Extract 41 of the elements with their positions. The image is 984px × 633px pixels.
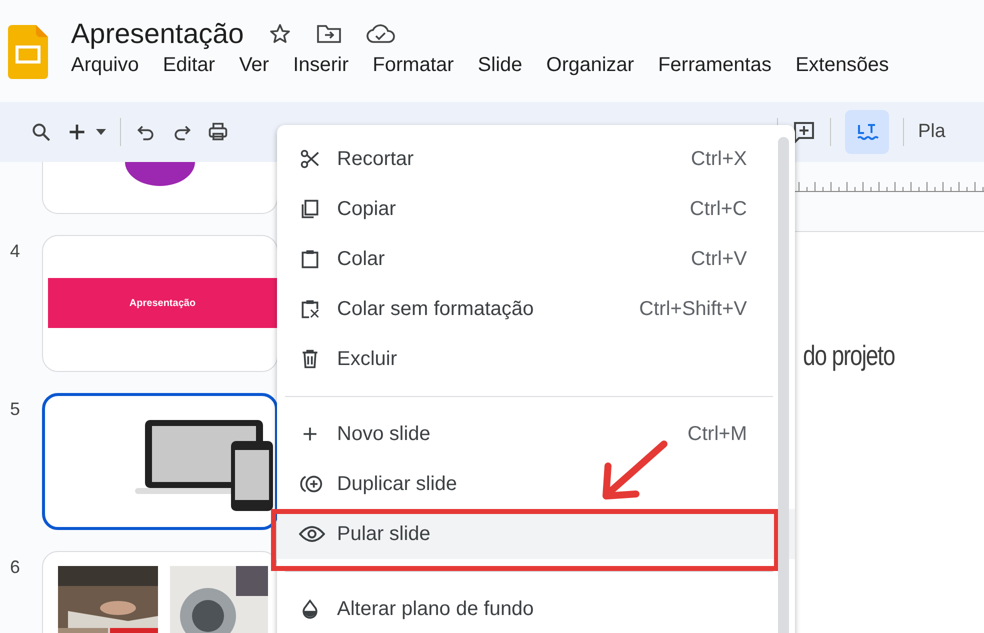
- document-title[interactable]: Apresentação: [71, 18, 244, 50]
- clipboard-icon: [299, 298, 321, 320]
- menu-option[interactable]: Alterar plano de fundo: [277, 584, 795, 633]
- spell-check-button[interactable]: [845, 110, 889, 154]
- slide-thumbnail[interactable]: Apresentação: [42, 235, 278, 372]
- slide-number: 6: [9, 556, 22, 578]
- slide-number: 5: [9, 398, 22, 420]
- eye-icon: [299, 525, 325, 543]
- menu-option[interactable]: Recortar Ctrl+X: [277, 134, 795, 184]
- search-icon[interactable]: [30, 121, 52, 143]
- move-folder-icon[interactable]: [316, 23, 342, 45]
- clipboard-icon: [299, 248, 321, 270]
- menu-item[interactable]: Ferramentas: [646, 54, 784, 77]
- star-icon[interactable]: [268, 22, 292, 46]
- slide-title-text[interactable]: do projeto: [803, 340, 895, 372]
- menu-option[interactable]: Colar sem formatação Ctrl+Shift+V: [277, 284, 795, 334]
- print-icon[interactable]: [207, 121, 229, 143]
- scissors-icon: [299, 148, 321, 170]
- menu-item[interactable]: Organizar: [534, 54, 646, 77]
- menu-option[interactable]: Novo slide Ctrl+M: [277, 409, 795, 459]
- slide-thumbnail[interactable]: [42, 393, 278, 530]
- cloud-icon[interactable]: [366, 23, 396, 45]
- slide-number: 4: [9, 240, 22, 262]
- add-comment-icon[interactable]: [792, 120, 816, 144]
- menu-item[interactable]: Slide: [466, 54, 534, 77]
- menu-item[interactable]: Formatar: [360, 54, 466, 77]
- scrollbar[interactable]: [778, 137, 789, 633]
- menu-item[interactable]: Inserir: [281, 54, 361, 77]
- menu-option[interactable]: Duplicar slide: [277, 459, 795, 509]
- copy-icon: [299, 198, 321, 220]
- duplicate-icon: [299, 473, 325, 495]
- menu-option[interactable]: Colar Ctrl+V: [277, 234, 795, 284]
- caret-icon[interactable]: [96, 129, 106, 135]
- menu-item[interactable]: Extensões: [783, 54, 901, 77]
- menu-option[interactable]: Copiar Ctrl+C: [277, 184, 795, 234]
- toolbar-label[interactable]: Pla: [918, 121, 946, 143]
- banner-text: Apresentação: [129, 298, 196, 308]
- menu-item[interactable]: Arquivo: [71, 54, 151, 77]
- menu-option[interactable]: Excluir: [277, 334, 795, 384]
- menu-item[interactable]: Editar: [150, 54, 228, 77]
- menu-item[interactable]: Ver: [227, 54, 282, 77]
